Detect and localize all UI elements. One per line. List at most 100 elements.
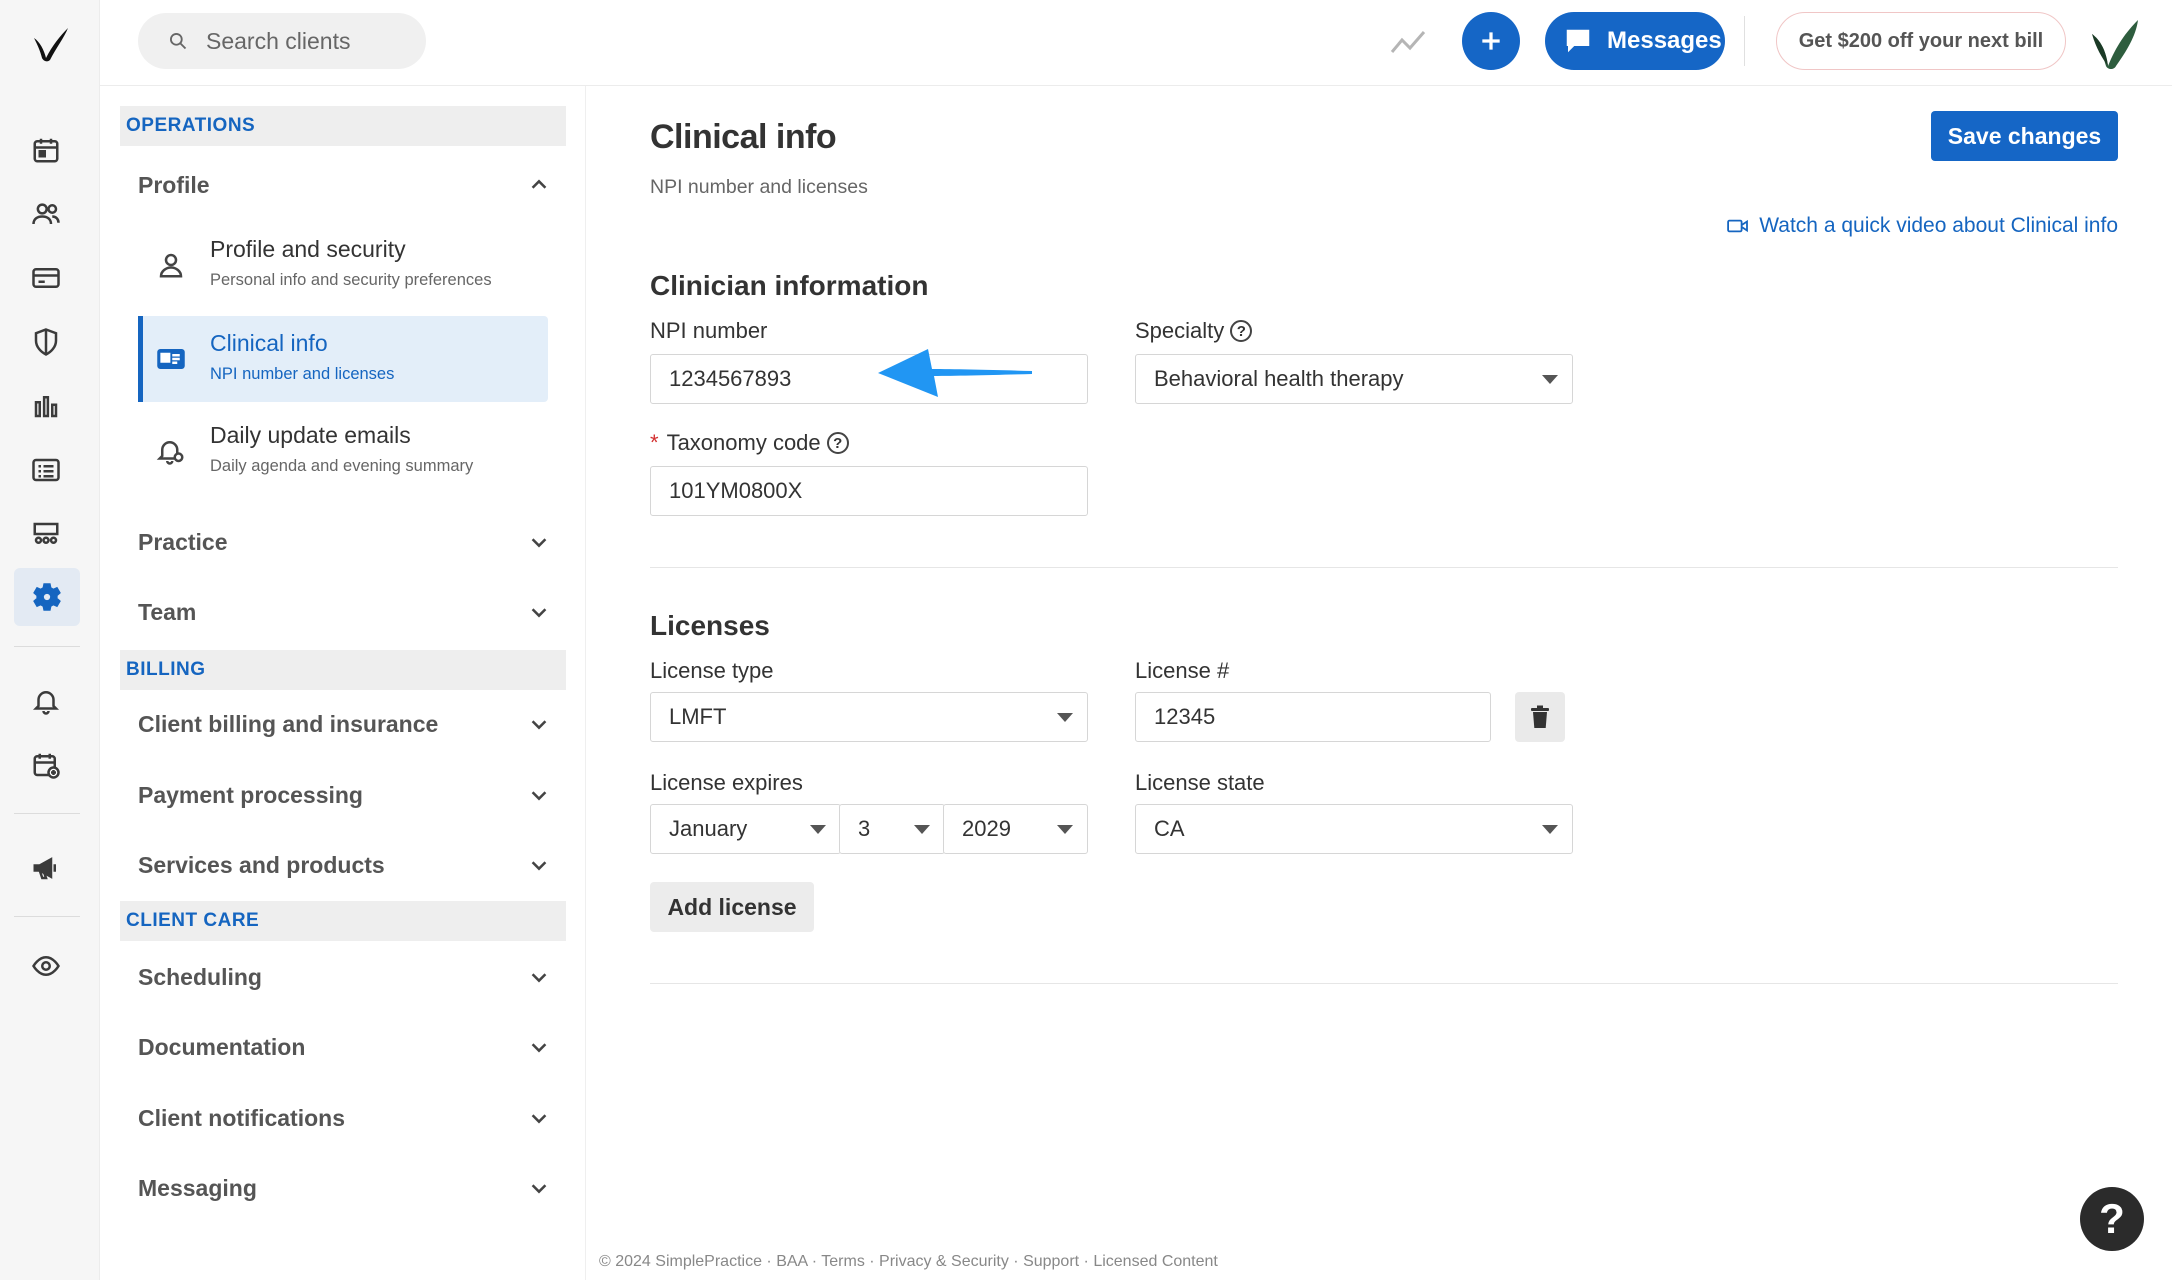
create-plus-button[interactable]: [1462, 12, 1520, 70]
clients-icon[interactable]: [28, 196, 64, 232]
specialty-select[interactable]: Behavioral health therapy: [1135, 354, 1573, 404]
caret-down-icon: [1057, 825, 1073, 834]
nav-group-client-billing[interactable]: Client billing and insurance: [138, 699, 550, 749]
license-type-value: LMFT: [669, 704, 727, 729]
search-icon: [170, 33, 187, 50]
marketplace-icon[interactable]: [28, 516, 64, 552]
promo-button[interactable]: Get $200 off your next bill: [1776, 12, 2066, 70]
section-header-billing: BILLING: [120, 650, 566, 690]
calendar-icon[interactable]: [28, 132, 64, 168]
nav-group-team[interactable]: Team: [138, 587, 550, 637]
footer-links[interactable]: © 2024 SimplePractice · BAA · Terms · Pr…: [599, 1253, 1218, 1271]
npi-value: 1234567893: [669, 366, 792, 391]
nav-group-label: Client notifications: [138, 1104, 345, 1131]
settings-gear-icon[interactable]: [14, 568, 80, 626]
nav-item-clinical-info[interactable]: Clinical info NPI number and licenses: [138, 316, 548, 402]
section-header-client-care: CLIENT CARE: [120, 901, 566, 941]
annotation-arrow-icon: [878, 349, 1032, 397]
chevron-down-icon: [531, 973, 547, 983]
chevron-down-icon: [531, 1184, 547, 1194]
main-content: Clinical info NPI number and licenses Sa…: [586, 86, 2172, 1280]
eye-icon[interactable]: [28, 948, 64, 984]
caret-down-icon: [1542, 375, 1558, 384]
chevron-down-icon: [531, 861, 547, 871]
billing-card-icon[interactable]: [28, 260, 64, 296]
simplepractice-logo-icon[interactable]: [30, 24, 70, 64]
nav-group-profile[interactable]: Profile: [138, 160, 550, 210]
section-divider: [650, 567, 2118, 568]
licenses-heading: Licenses: [650, 610, 770, 641]
chevron-down-icon: [531, 791, 547, 801]
license-state-select[interactable]: CA: [1135, 804, 1573, 854]
expires-day-value: 3: [858, 816, 871, 841]
caret-down-icon: [1057, 713, 1073, 722]
expires-month-select[interactable]: January: [650, 804, 841, 854]
megaphone-icon[interactable]: [28, 850, 64, 886]
required-asterisk: *: [650, 430, 659, 455]
nav-item-desc: NPI number and licenses: [210, 365, 395, 383]
search-input[interactable]: [206, 27, 406, 55]
shield-icon[interactable]: [28, 324, 64, 360]
save-changes-button[interactable]: Save changes: [1931, 111, 2118, 161]
specialty-label: Specialty ?: [1135, 318, 1253, 344]
analytics-bars-icon[interactable]: [28, 388, 64, 424]
section-divider: [650, 983, 2118, 984]
clinician-info-heading: Clinician information: [650, 270, 929, 301]
taxonomy-input[interactable]: 101YM0800X: [650, 466, 1088, 516]
watch-video-link[interactable]: Watch a quick video about Clinical info: [1727, 214, 2118, 238]
video-camera-icon: [1727, 219, 1749, 233]
trend-icon[interactable]: [1388, 22, 1428, 62]
page-subtitle: NPI number and licenses: [650, 176, 868, 198]
messages-label: Messages: [1607, 27, 1722, 54]
specialty-value: Behavioral health therapy: [1154, 366, 1404, 391]
license-number-label: License #: [1135, 658, 1229, 684]
nav-item-title: Clinical info: [210, 330, 328, 356]
license-state-label: License state: [1135, 770, 1265, 796]
nav-item-desc: Daily agenda and evening summary: [210, 457, 474, 475]
bell-gear-icon: [156, 436, 192, 472]
nav-group-messaging[interactable]: Messaging: [138, 1163, 550, 1213]
license-type-select[interactable]: LMFT: [650, 692, 1088, 742]
nav-group-label: Services and products: [138, 851, 385, 878]
nav-group-label: Profile: [138, 171, 210, 198]
nav-group-practice[interactable]: Practice: [138, 517, 550, 567]
license-expires-label-text: License expires: [650, 770, 803, 795]
list-icon[interactable]: [28, 452, 64, 488]
nav-group-label: Scheduling: [138, 963, 262, 990]
caret-down-icon: [914, 825, 930, 834]
section-header-operations: OPERATIONS: [120, 106, 566, 146]
nav-group-documentation[interactable]: Documentation: [138, 1022, 550, 1072]
expires-year-select[interactable]: 2029: [943, 804, 1088, 854]
rail-divider: [14, 813, 80, 814]
avatar[interactable]: [2086, 14, 2142, 70]
delete-license-button[interactable]: [1515, 692, 1565, 742]
help-button[interactable]: ?: [2080, 1187, 2144, 1251]
plus-icon: [1482, 32, 1500, 50]
top-bar: Messages Get $200 off your next bill: [100, 0, 2172, 86]
license-number-input[interactable]: 12345: [1135, 692, 1491, 742]
license-state-label-text: License state: [1135, 770, 1265, 795]
nav-item-daily-emails[interactable]: Daily update emails Daily agenda and eve…: [138, 408, 548, 494]
license-type-label: License type: [650, 658, 774, 684]
nav-group-services[interactable]: Services and products: [138, 840, 550, 890]
license-state-value: CA: [1154, 816, 1185, 841]
taxonomy-label-text: Taxonomy code: [666, 430, 821, 455]
bell-icon[interactable]: [28, 683, 64, 719]
nav-item-title: Profile and security: [210, 236, 406, 262]
nav-group-scheduling[interactable]: Scheduling: [138, 952, 550, 1002]
help-circle-icon[interactable]: ?: [1230, 320, 1253, 342]
video-link-label: Watch a quick video about Clinical info: [1759, 214, 2118, 237]
help-circle-icon[interactable]: ?: [826, 432, 849, 454]
calendar-add-icon[interactable]: [28, 747, 64, 783]
specialty-label-text: Specialty: [1135, 318, 1225, 343]
nav-group-payment[interactable]: Payment processing: [138, 770, 550, 820]
nav-item-profile-security[interactable]: Profile and security Personal info and s…: [138, 222, 548, 308]
caret-down-icon: [1542, 825, 1558, 834]
rail-divider: [14, 916, 80, 917]
chevron-down-icon: [531, 538, 547, 548]
search-box[interactable]: [138, 13, 426, 69]
messages-button[interactable]: Messages: [1545, 12, 1725, 70]
add-license-button[interactable]: Add license: [650, 882, 814, 932]
nav-group-client-notifications[interactable]: Client notifications: [138, 1093, 550, 1143]
expires-day-select[interactable]: 3: [839, 804, 945, 854]
